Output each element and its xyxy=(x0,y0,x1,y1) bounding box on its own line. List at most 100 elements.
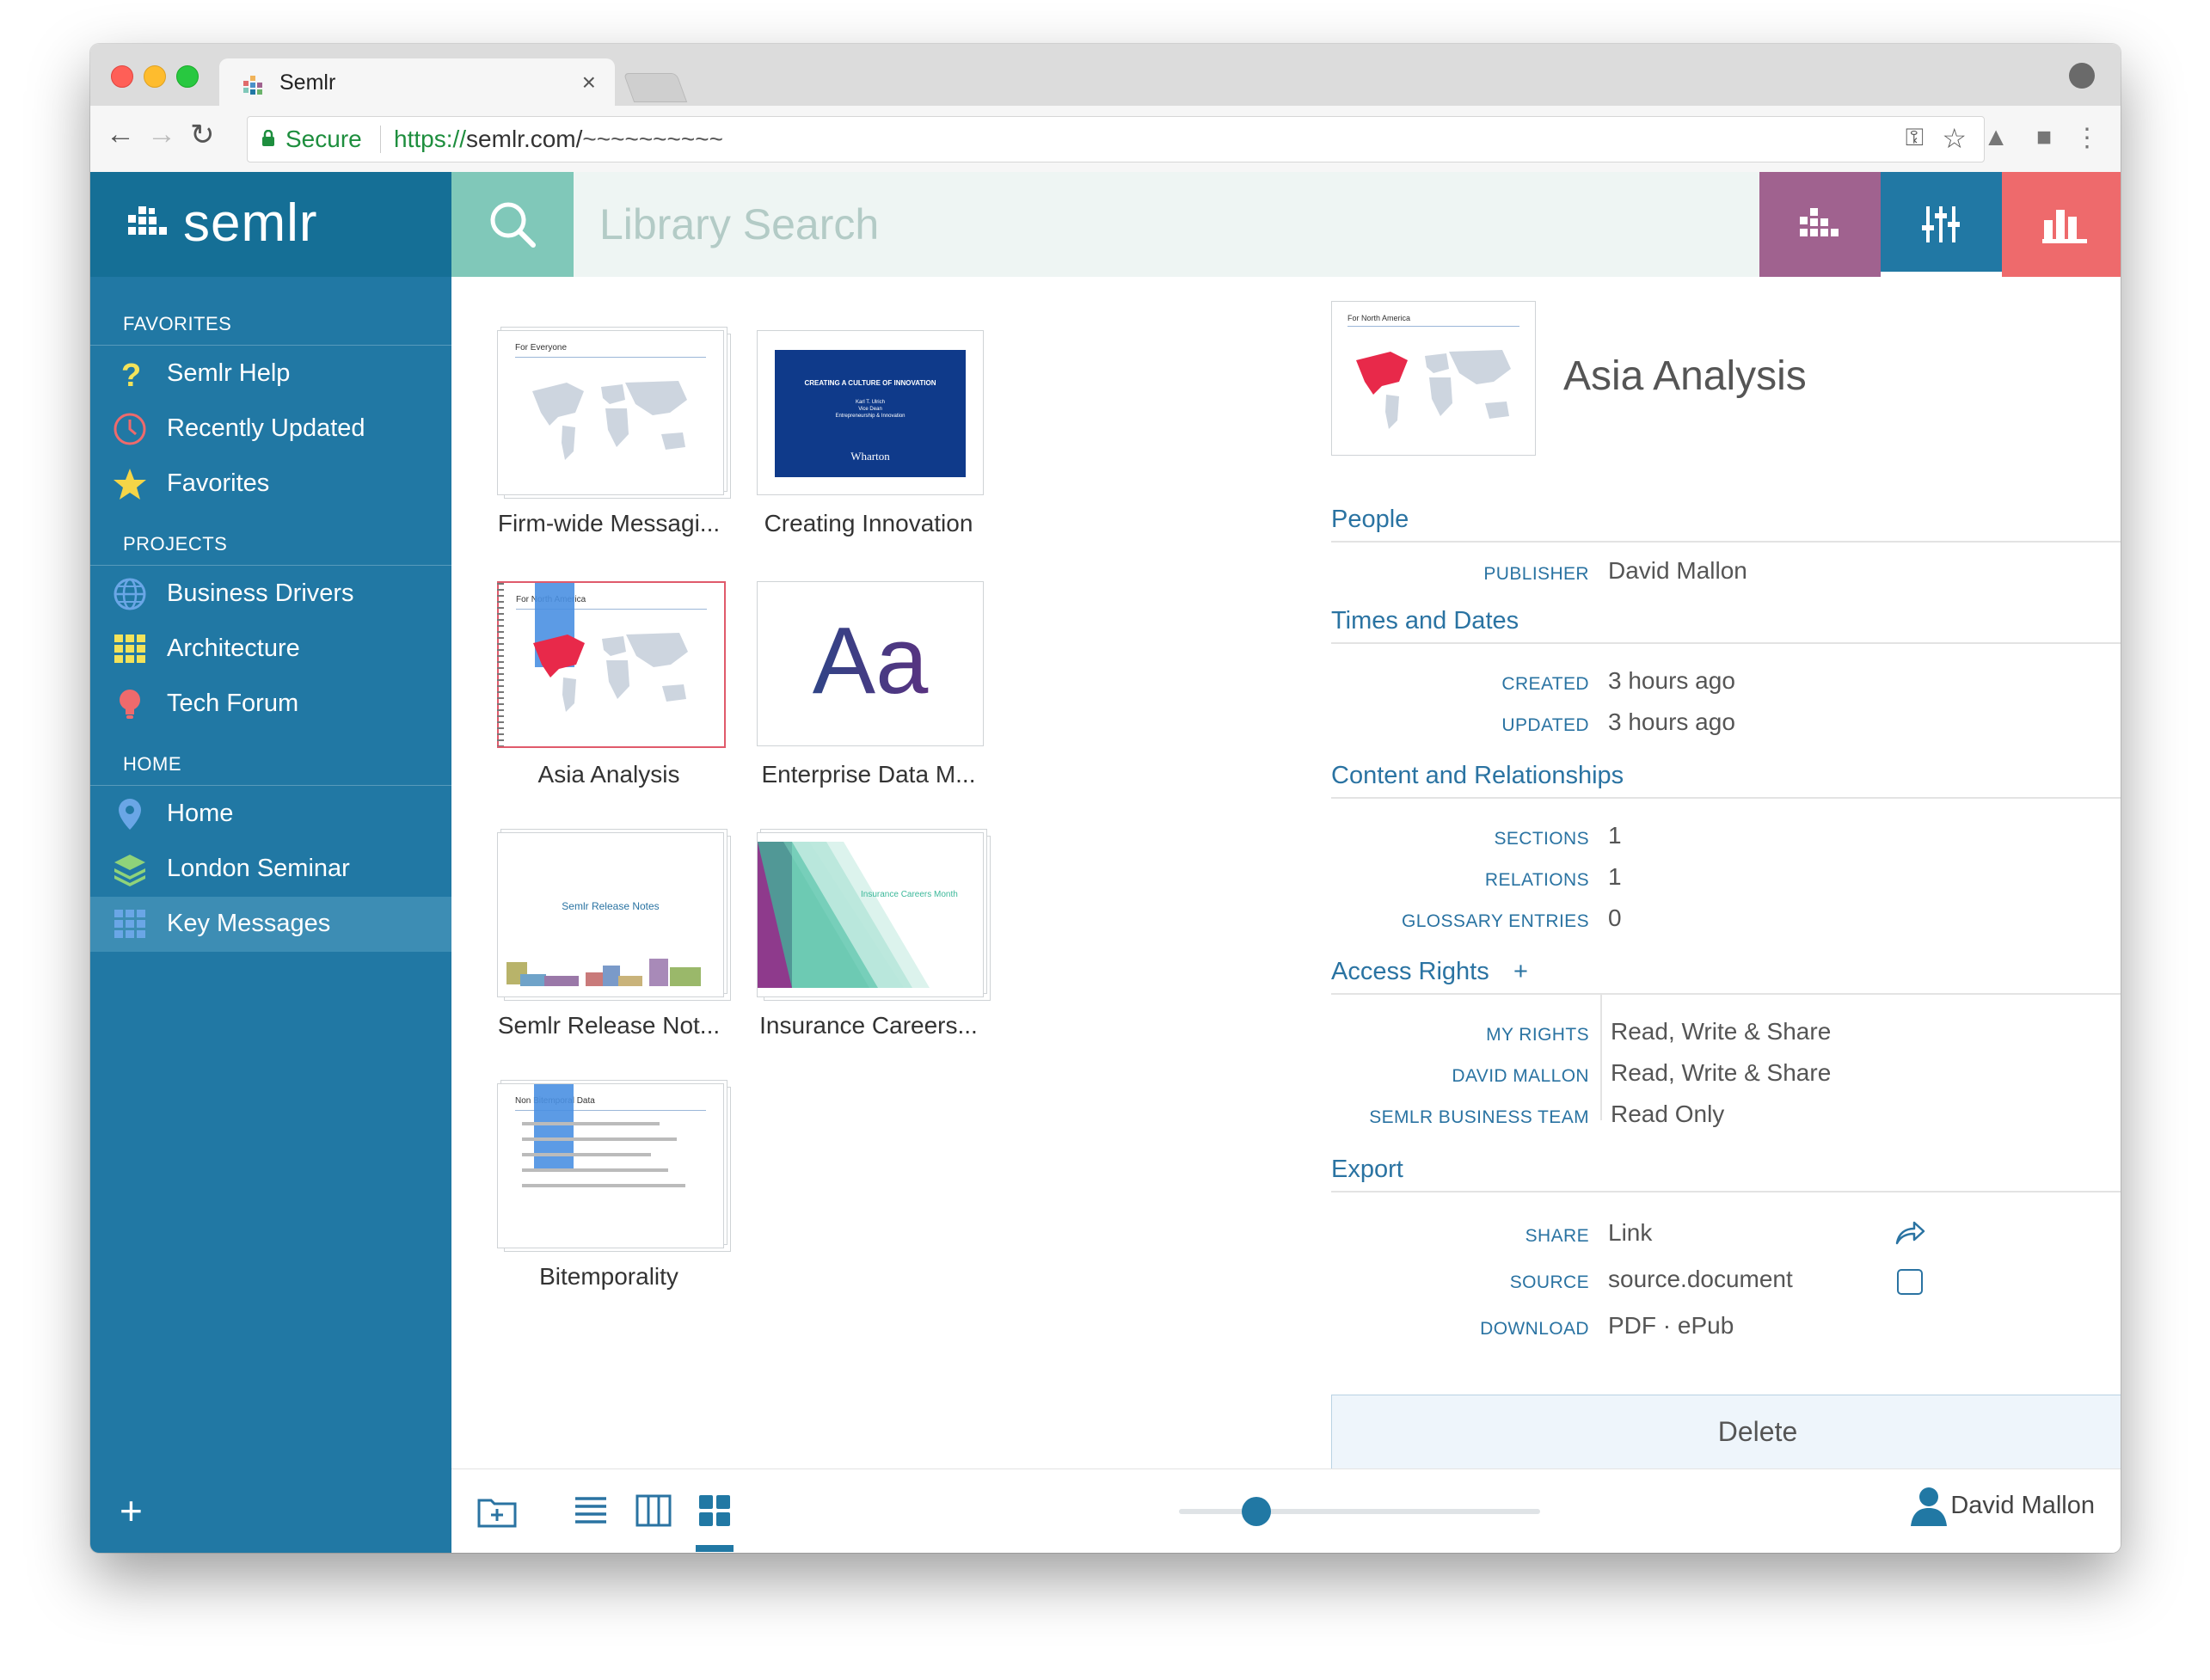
sidebar-item-tech-forum[interactable]: Tech Forum xyxy=(90,677,451,732)
team-key: SEMLR BUSINESS TEAM xyxy=(1369,1107,1589,1127)
bar-chart-icon xyxy=(2042,210,2087,243)
updated-key: UPDATED xyxy=(1501,715,1589,735)
share-key: SHARE xyxy=(1525,1226,1589,1246)
sidebar-item-key-messages[interactable]: Key Messages xyxy=(90,897,451,952)
sidebar-item-london-seminar[interactable]: London Seminar xyxy=(90,842,451,897)
semlr-app: semlr FAVORITES ? Semlr Help Recently Up… xyxy=(90,172,2121,1553)
profile-icon[interactable] xyxy=(2069,63,2095,89)
section-divider xyxy=(1331,797,2121,799)
key-icon[interactable]: ⚿ xyxy=(1906,124,1924,152)
download-key: DOWNLOAD xyxy=(1480,1319,1589,1339)
library-item-insurance-careers[interactable]: Insurance Careers Month Insurance Career… xyxy=(748,791,989,1039)
document-thumbnail: For Everyone xyxy=(497,330,724,495)
download-links[interactable]: PDF · ePub xyxy=(1608,1312,1734,1340)
search-input[interactable] xyxy=(598,198,1719,251)
extension-icon[interactable]: ■ xyxy=(2036,123,2052,152)
tiles-icon xyxy=(114,910,145,938)
my-rights-key: MY RIGHTS xyxy=(1486,1025,1589,1045)
grid-view-icon[interactable] xyxy=(697,1493,732,1528)
diagonal-stripes-graphic xyxy=(758,842,930,988)
sidebar-item-label: Favorites xyxy=(167,469,270,497)
search-bar xyxy=(574,172,1759,277)
wharton-logo: Wharton xyxy=(850,450,890,463)
sidebar-item-recently-updated[interactable]: Recently Updated xyxy=(90,402,451,457)
library-item-caption: Insurance Careers... xyxy=(759,1012,978,1039)
back-arrow-icon[interactable]: ← xyxy=(106,118,135,151)
maximize-window-button[interactable] xyxy=(176,65,199,88)
tab-title: Semlr xyxy=(279,71,336,95)
detail-panel: For North America Asia Analysis People P… xyxy=(1314,277,2121,1470)
source-link[interactable]: source.document xyxy=(1608,1266,1793,1293)
zoom-slider[interactable] xyxy=(1179,1497,1540,1526)
spiral-binding xyxy=(497,583,504,746)
semlr-grid-icon xyxy=(1800,208,1839,236)
color-blocks-graphic xyxy=(506,959,701,986)
sidebar-item-semlr-help[interactable]: ? Semlr Help xyxy=(90,346,451,402)
address-bar[interactable]: Secure https://semlr.com/~~~~~~~~~~ ⚿ ☆ xyxy=(247,116,1985,162)
relations-key: RELATIONS xyxy=(1484,870,1589,890)
semlr-favicon xyxy=(243,76,262,95)
address-separator xyxy=(380,126,381,153)
close-window-button[interactable] xyxy=(111,65,133,88)
library-item-bitemporality[interactable]: Non Bitemporal Data Bitemporality xyxy=(488,1042,729,1290)
library-item-creating-innovation[interactable]: CREATING A CULTURE OF INNOVATION Karl T.… xyxy=(748,289,989,536)
search-button[interactable] xyxy=(451,172,574,277)
thumb-rule xyxy=(1347,326,1519,327)
library-view-button[interactable] xyxy=(1759,172,1881,277)
minimize-window-button[interactable] xyxy=(144,65,166,88)
section-divider xyxy=(1331,642,2121,644)
world-map-graphic xyxy=(533,633,688,712)
sidebar-item-label: Architecture xyxy=(167,635,300,662)
slide-cover: CREATING A CULTURE OF INNOVATION Karl T.… xyxy=(775,350,966,477)
new-folder-icon[interactable] xyxy=(477,1493,517,1528)
favorites-header: FAVORITES xyxy=(123,313,232,334)
zoom-slider-knob[interactable] xyxy=(1242,1497,1272,1526)
user-avatar-icon[interactable] xyxy=(1909,1485,1949,1528)
sections-key: SECTIONS xyxy=(1494,829,1589,849)
sidebar-item-favorites[interactable]: Favorites xyxy=(90,457,451,512)
svg-text:?: ? xyxy=(121,358,141,391)
david-mallon-value: Read, Write & Share xyxy=(1611,1059,1832,1086)
sidebar-item-business-drivers[interactable]: Business Drivers xyxy=(90,567,451,622)
user-name[interactable]: David Mallon xyxy=(1950,1492,2095,1520)
library-item-semlr-release-notes[interactable]: Semlr Release Notes Semlr Release Not... xyxy=(488,791,729,1039)
reload-icon[interactable]: ↻ xyxy=(190,118,215,152)
document-thumbnail: Non Bitemporal Data xyxy=(497,1083,724,1248)
forward-arrow-icon[interactable]: → xyxy=(147,118,176,151)
home-header: HOME xyxy=(123,753,181,775)
menu-kebab-icon[interactable]: ⋮ xyxy=(2074,123,2100,153)
filters-button[interactable] xyxy=(1881,172,2002,277)
export-header: Export xyxy=(1331,1156,1403,1183)
thumb-label: Semlr Release Notes xyxy=(562,900,660,912)
detail-thumbnail[interactable]: For North America xyxy=(1331,301,1536,456)
list-view-icon[interactable] xyxy=(574,1493,608,1528)
section-divider xyxy=(1331,541,2121,543)
updated-value: 3 hours ago xyxy=(1608,708,1735,735)
close-tab-icon[interactable]: × xyxy=(582,69,596,96)
browser-toolbar: ← → ↻ Secure https://semlr.com/~~~~~~~~~… xyxy=(90,106,2121,173)
new-tab-button[interactable] xyxy=(623,73,688,102)
add-icon[interactable]: + xyxy=(120,1487,143,1534)
thumb-rule xyxy=(515,357,706,358)
sidebar-item-home[interactable]: Home xyxy=(90,787,451,842)
sidebar-item-label: Semlr Help xyxy=(167,359,291,387)
analytics-button[interactable] xyxy=(2002,172,2121,277)
sidebar-item-architecture[interactable]: Architecture xyxy=(90,622,451,677)
brand-header[interactable]: semlr xyxy=(90,172,451,277)
document-thumbnail: Aa xyxy=(757,581,984,746)
share-link[interactable]: Link xyxy=(1608,1219,1652,1247)
delete-button[interactable]: Delete xyxy=(1331,1395,2121,1470)
add-access-button[interactable]: + xyxy=(1513,958,1528,986)
columns-view-icon[interactable] xyxy=(635,1493,672,1528)
library-item-asia-analysis[interactable]: For North America Asia Analysis xyxy=(488,540,729,788)
relations-value: 1 xyxy=(1608,863,1622,890)
browser-tab[interactable]: Semlr × xyxy=(219,58,615,106)
share-arrow-icon[interactable] xyxy=(1894,1219,1926,1247)
thumb-label: For Everyone xyxy=(515,343,568,353)
source-document-icon[interactable] xyxy=(1897,1269,1923,1295)
library-item-enterprise-data[interactable]: Aa Enterprise Data M... xyxy=(748,540,989,788)
drive-extension-icon[interactable]: ▲ xyxy=(1983,123,2009,152)
library-item-firm-wide-messaging[interactable]: For Everyone Firm-wide Messagi... xyxy=(488,289,729,536)
bookmark-star-icon[interactable]: ☆ xyxy=(1942,122,1967,155)
projects-header: PROJECTS xyxy=(123,533,228,555)
